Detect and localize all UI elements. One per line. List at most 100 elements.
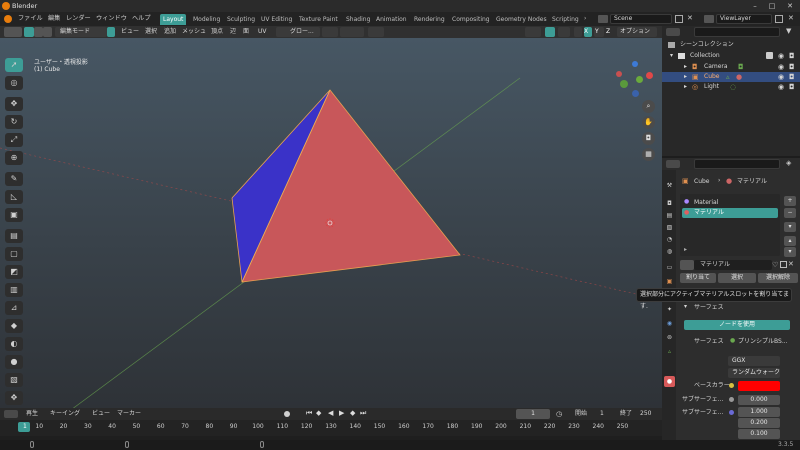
- surface-shader-value[interactable]: プリンシプルBS...: [738, 337, 788, 346]
- use-nodes-button[interactable]: ノードを使用: [684, 320, 790, 330]
- jump-start-icon[interactable]: ⏮: [306, 409, 312, 418]
- xray-toggle[interactable]: [574, 27, 582, 37]
- fake-user-icon[interactable]: ♡: [772, 261, 778, 269]
- menu-help[interactable]: ヘルプ: [132, 14, 151, 24]
- collection-tab-icon[interactable]: ▭: [664, 262, 675, 273]
- scene-tab-icon[interactable]: ◔: [664, 234, 675, 245]
- subsurface-socket-icon[interactable]: [729, 397, 734, 402]
- pan-hand-icon[interactable]: ✋: [642, 116, 655, 129]
- tab-uv-editing[interactable]: UV Editing: [258, 14, 295, 25]
- play-icon[interactable]: ▶: [339, 409, 344, 417]
- tool-transform[interactable]: ⊕: [5, 151, 23, 165]
- play-reverse-icon[interactable]: ◀: [328, 409, 333, 417]
- visibility-toggle[interactable]: [525, 27, 541, 37]
- axis-y-toggle[interactable]: Y: [595, 27, 599, 37]
- tool-measure[interactable]: ◺: [5, 190, 23, 204]
- view-layer-tab-icon[interactable]: ▧: [664, 222, 675, 233]
- tool-smooth[interactable]: ●: [5, 355, 23, 369]
- jump-end-icon[interactable]: ⏭: [360, 409, 366, 418]
- filter-icon[interactable]: ▼: [786, 27, 791, 35]
- light-render-icon[interactable]: ◘: [789, 82, 795, 92]
- move-slot-up-button[interactable]: ▴: [784, 236, 796, 246]
- collection-camera-icon[interactable]: ◘: [789, 51, 795, 61]
- tool-bevel[interactable]: ◩: [5, 265, 23, 279]
- scene-field[interactable]: Scene: [610, 14, 672, 24]
- menu-select[interactable]: 選択: [145, 27, 157, 37]
- end-field[interactable]: 250: [640, 409, 651, 419]
- gizmo-z-neg-icon[interactable]: [632, 90, 639, 97]
- tool-spin[interactable]: ◐: [5, 337, 23, 351]
- tool-extrude[interactable]: ▤: [5, 229, 23, 243]
- record-icon[interactable]: [284, 411, 290, 417]
- overlay-toggle[interactable]: [558, 27, 570, 37]
- collection-visibility-icon[interactable]: ◉: [778, 51, 784, 61]
- cube-visibility-icon[interactable]: ◉: [778, 72, 784, 82]
- scene-copy-icon[interactable]: [675, 15, 683, 23]
- menu-edge[interactable]: 辺: [230, 27, 236, 37]
- gizmo-y-axis-icon[interactable]: [636, 76, 643, 83]
- deselect-button[interactable]: 選択解除: [758, 273, 798, 283]
- tool-knife[interactable]: ⊿: [5, 301, 23, 315]
- properties-search-field[interactable]: [694, 159, 780, 169]
- menu-add[interactable]: 追加: [164, 27, 176, 37]
- tool-cursor[interactable]: ◎: [5, 76, 23, 90]
- assign-button[interactable]: 割り当て: [680, 273, 716, 283]
- outliner-item-camera[interactable]: ▸ ◘ Camera ◘ ◉ ◘: [662, 62, 800, 72]
- subsurface-weight-field[interactable]: 0.000: [738, 395, 780, 405]
- next-key-icon[interactable]: ◆: [350, 409, 355, 417]
- menu-marker[interactable]: マーカー: [117, 409, 141, 419]
- current-frame-field[interactable]: 1: [516, 409, 550, 419]
- tool-inset[interactable]: ▢: [5, 247, 23, 261]
- tool-move[interactable]: ✥: [5, 97, 23, 111]
- particles-tab-icon[interactable]: ✦: [664, 304, 675, 315]
- axis-z-toggle[interactable]: Z: [606, 27, 610, 37]
- subsurface-radius-socket-icon[interactable]: [729, 410, 734, 415]
- menu-file[interactable]: ファイル: [18, 14, 43, 24]
- tool-rotate[interactable]: ↻: [5, 115, 23, 129]
- outliner-editor-icon[interactable]: [666, 28, 680, 36]
- snap-toggle[interactable]: [340, 27, 364, 37]
- minimize-icon[interactable]: –: [748, 1, 762, 11]
- viewlayer-remove-icon[interactable]: ✕: [788, 14, 794, 22]
- tab-compositing[interactable]: Compositing: [449, 14, 493, 25]
- menu-vertex[interactable]: 頂点: [211, 27, 223, 37]
- physics-tab-icon[interactable]: ◉: [664, 318, 675, 329]
- pivot-point-dropdown[interactable]: [322, 27, 338, 37]
- collection-row[interactable]: ▾ Collection ◉ ◘: [662, 51, 800, 61]
- material-slot-2[interactable]: ● マテリアル: [682, 208, 778, 218]
- viewlayer-copy-icon[interactable]: [775, 15, 783, 23]
- outliner-item-cube[interactable]: ▸ ▣ Cube ▵ ● ◉ ◘: [662, 72, 800, 82]
- constraints-tab-icon[interactable]: ⊚: [664, 332, 675, 343]
- gizmo-x-neg-icon[interactable]: [616, 71, 622, 77]
- expand-collection-icon[interactable]: ▾: [670, 51, 673, 61]
- slot-specials-button[interactable]: ▾: [784, 222, 796, 232]
- base-color-socket-icon[interactable]: [729, 383, 734, 388]
- tab-scripting[interactable]: Scripting: [549, 14, 582, 25]
- material-slot-list[interactable]: ● Material ● マテリアル ▸: [680, 194, 780, 256]
- camera-render-icon[interactable]: ◘: [789, 62, 795, 72]
- cube-render-icon[interactable]: ◘: [789, 72, 795, 82]
- slot-list-expand-icon[interactable]: ▸: [684, 246, 687, 253]
- move-slot-down-button[interactable]: ▾: [784, 247, 796, 257]
- face-select-mode-button[interactable]: [107, 27, 115, 37]
- maximize-icon[interactable]: □: [765, 1, 779, 11]
- viewport-scene[interactable]: [0, 38, 662, 408]
- object-tab-icon[interactable]: ▣: [664, 276, 675, 287]
- select-button[interactable]: 選択: [718, 273, 756, 283]
- vertex-select-button[interactable]: [92, 27, 98, 37]
- 3d-viewport[interactable]: ユーザー・透視投影 (1) Cube ⌕ ✋ ◘ ▦: [0, 38, 662, 408]
- menu-uv[interactable]: UV: [258, 27, 267, 37]
- tab-layout[interactable]: Layout: [160, 14, 187, 25]
- render-tab-icon[interactable]: ◘: [664, 198, 675, 209]
- viewlayer-icon[interactable]: [704, 15, 714, 23]
- panel-collapse-icon[interactable]: ▾: [684, 303, 687, 310]
- subsurface-radius-z[interactable]: 0.100: [738, 429, 780, 439]
- axis-x-toggle[interactable]: X: [584, 27, 588, 37]
- output-tab-icon[interactable]: ▤: [664, 210, 675, 221]
- viewlayer-field[interactable]: ViewLayer: [716, 14, 772, 24]
- zoom-icon[interactable]: ⌕: [642, 100, 655, 113]
- tool-loop-cut[interactable]: ▥: [5, 283, 23, 297]
- duplicate-material-icon[interactable]: [780, 261, 787, 268]
- scene-collection-row[interactable]: シーンコレクション: [662, 40, 800, 50]
- expand-cube-icon[interactable]: ▸: [684, 72, 687, 82]
